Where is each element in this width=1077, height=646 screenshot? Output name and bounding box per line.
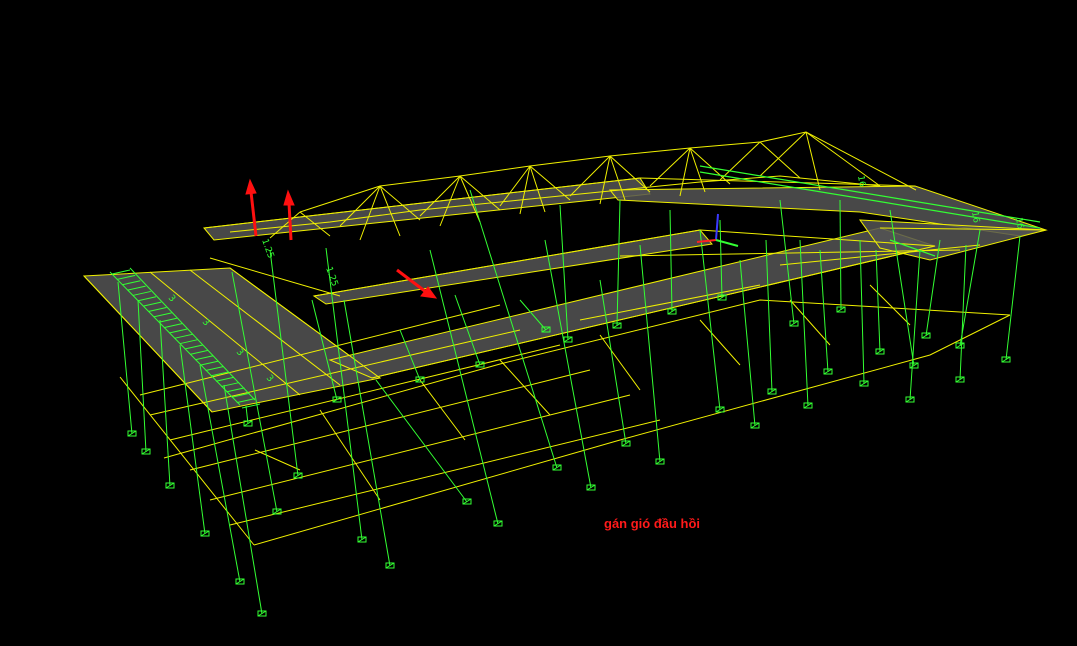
- structural-frame-model: 3 3 3 3 1.25 1.25 16 16 16: [82, 131, 1048, 617]
- column-25: [699, 229, 721, 411]
- ground-beam-front-low: [253, 314, 1011, 546]
- column-13: [375, 379, 468, 503]
- load-label-top-mid: 1.25: [323, 266, 339, 288]
- column-15: [429, 249, 499, 525]
- load-label-right-b: 16: [969, 211, 981, 224]
- fixed-support-icon: [552, 464, 562, 471]
- fixed-support-icon: [462, 498, 472, 505]
- fixed-support-icon: [475, 361, 485, 368]
- column-40: [1005, 235, 1021, 361]
- load-label-right-c: 16: [1013, 217, 1025, 230]
- roof-beam-left: [203, 177, 641, 229]
- column-32: [839, 199, 842, 311]
- structural-3d-model-viewport[interactable]: 3 3 3 3 1.25 1.25 16 16 16 gán gió đầu h…: [0, 0, 1077, 646]
- load-case-annotation: gán gió đầu hồi: [604, 516, 701, 531]
- column-34: [875, 249, 881, 353]
- column-36: [909, 249, 921, 401]
- column-23: [639, 244, 661, 463]
- fixed-support-icon: [493, 520, 503, 527]
- column-12: [343, 299, 391, 567]
- load-label-right-a: 16: [855, 175, 867, 188]
- load-label-top-left: 1.25: [259, 238, 275, 260]
